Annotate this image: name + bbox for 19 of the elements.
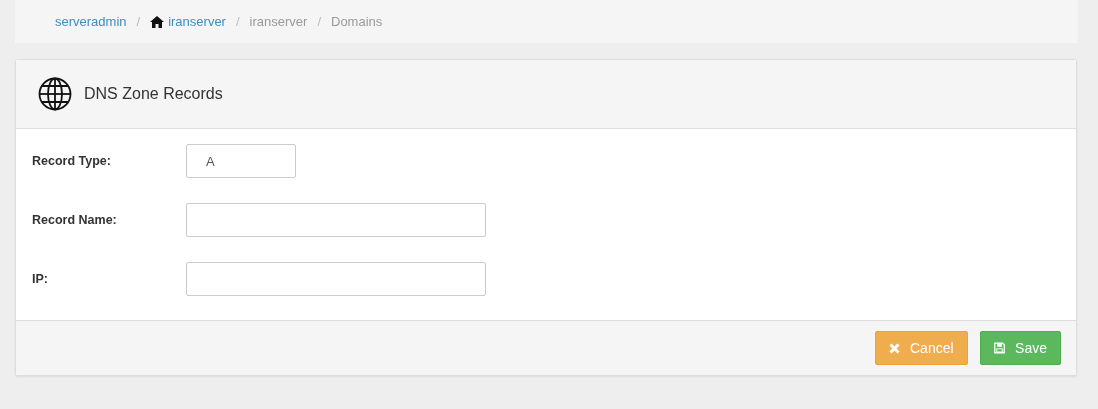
- close-icon: [889, 342, 900, 354]
- input-field[interactable]: [186, 203, 486, 237]
- breadcrumb-separator: /: [234, 14, 241, 29]
- field-label: IP:: [32, 272, 49, 286]
- field-label: Record Type:: [32, 154, 112, 168]
- home-icon: [150, 15, 165, 28]
- save-button[interactable]: Save: [980, 331, 1061, 365]
- field-label: Record Name:: [32, 213, 118, 227]
- breadcrumb-link[interactable]: iranserver: [150, 14, 226, 29]
- breadcrumb-item: iranserver: [249, 14, 308, 29]
- panel-title: DNS Zone Records: [84, 85, 223, 103]
- input-field[interactable]: [186, 262, 486, 296]
- breadcrumb-item: Domains: [331, 14, 383, 29]
- cancel-button[interactable]: Cancel: [875, 331, 968, 365]
- breadcrumb-separator: /: [135, 14, 142, 29]
- globe-icon: [38, 77, 72, 111]
- breadcrumb-link[interactable]: serveradmin: [55, 14, 127, 29]
- breadcrumb-separator: /: [316, 14, 322, 29]
- input-field[interactable]: A: [186, 144, 296, 178]
